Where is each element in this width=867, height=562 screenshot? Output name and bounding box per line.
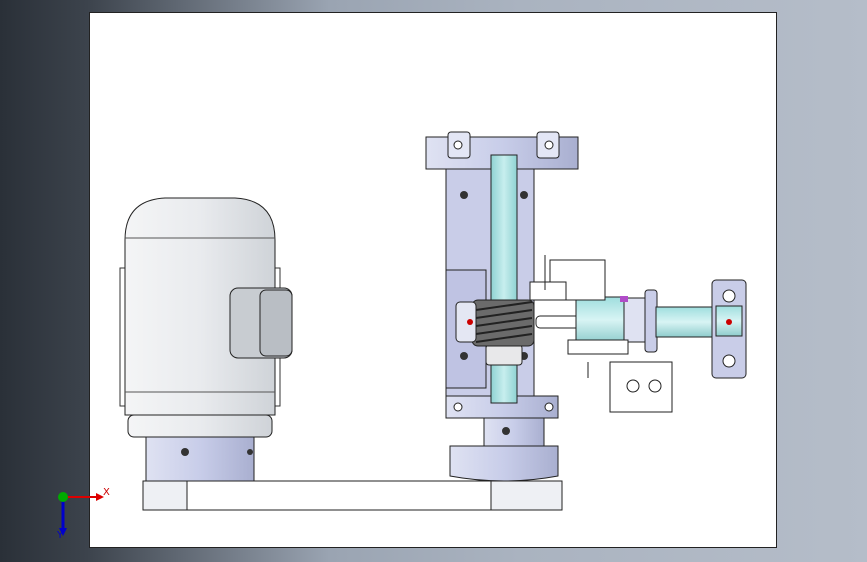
vertical-shaft[interactable] — [485, 154, 523, 404]
x-axis-label: X — [103, 487, 110, 498]
motor-base-flange[interactable] — [145, 436, 255, 482]
y-axis-label: Y — [57, 530, 64, 541]
motor[interactable] — [119, 197, 293, 438]
pillow-block-bearing[interactable] — [711, 279, 747, 379]
coordinate-triad: X Y — [50, 484, 120, 548]
cad-model-view[interactable] — [0, 0, 867, 562]
worm-gear[interactable] — [455, 299, 535, 347]
base-plate[interactable] — [142, 480, 563, 511]
